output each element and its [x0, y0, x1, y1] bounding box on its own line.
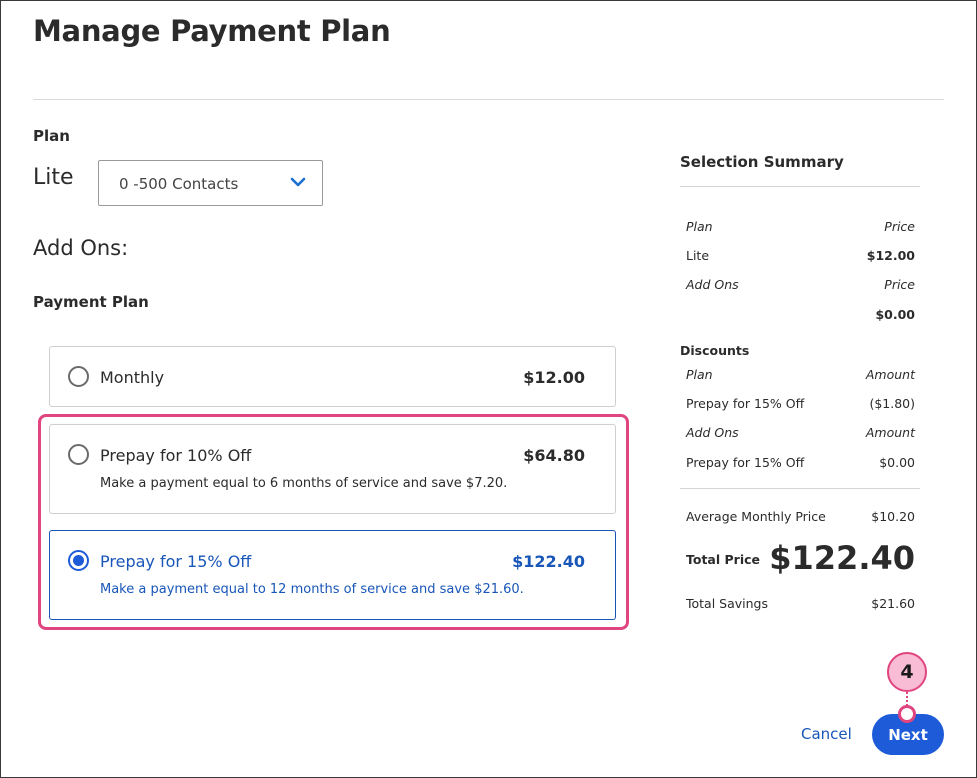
summary-addons-total: $0.00 — [875, 307, 915, 322]
summary-plan-header: Plan — [686, 219, 713, 234]
discount-addons-amount: $0.00 — [879, 455, 915, 470]
chevron-down-icon — [290, 177, 306, 187]
radio-button[interactable] — [68, 366, 89, 387]
contacts-select-value: 0 -500 Contacts — [119, 175, 239, 193]
discount-plan-header: Plan — [686, 367, 713, 382]
payment-plan-label: Payment Plan — [33, 293, 149, 311]
option-label: Monthly — [100, 368, 165, 387]
discount-plan-amount: ($1.80) — [869, 396, 915, 411]
contacts-select[interactable]: 0 -500 Contacts — [98, 160, 323, 206]
summary-title: Selection Summary — [680, 153, 844, 171]
highlight-box — [38, 414, 629, 630]
cancel-button[interactable]: Cancel — [801, 725, 852, 743]
avg-monthly-label: Average Monthly Price — [686, 509, 826, 524]
total-price-value: $122.40 — [769, 539, 915, 577]
discount-plan-item: Prepay for 15% Off — [686, 396, 805, 411]
callout-pointer-dot — [898, 705, 916, 723]
summary-addons-header: Add Ons — [686, 277, 739, 292]
discount-addons-amount-header: Amount — [865, 425, 915, 440]
summary-plan-price: $12.00 — [866, 248, 915, 263]
divider — [33, 99, 944, 100]
summary-price-header: Price — [884, 219, 915, 234]
step-callout: 4 — [887, 652, 927, 692]
summary-divider — [680, 186, 920, 187]
addons-label: Add Ons: — [33, 236, 129, 260]
summary-addons-price-header: Price — [884, 277, 915, 292]
total-savings-label: Total Savings — [686, 596, 769, 611]
discounts-header: Discounts — [680, 343, 750, 358]
summary-divider — [680, 488, 920, 489]
option-price: $12.00 — [523, 368, 585, 387]
payment-option-monthly[interactable]: Monthly $12.00 — [49, 346, 616, 407]
total-savings-value: $21.60 — [871, 596, 915, 611]
plan-label: Plan — [33, 127, 70, 145]
plan-name: Lite — [33, 165, 74, 190]
avg-monthly-value: $10.20 — [871, 509, 915, 524]
callout-pointer-line — [906, 692, 908, 706]
discount-addons-header: Add Ons — [686, 425, 739, 440]
summary-plan-name: Lite — [686, 248, 710, 263]
page-title: Manage Payment Plan — [33, 14, 391, 48]
discount-amount-header: Amount — [865, 367, 915, 382]
total-price-label: Total Price — [686, 552, 760, 567]
discount-addons-item: Prepay for 15% Off — [686, 455, 805, 470]
